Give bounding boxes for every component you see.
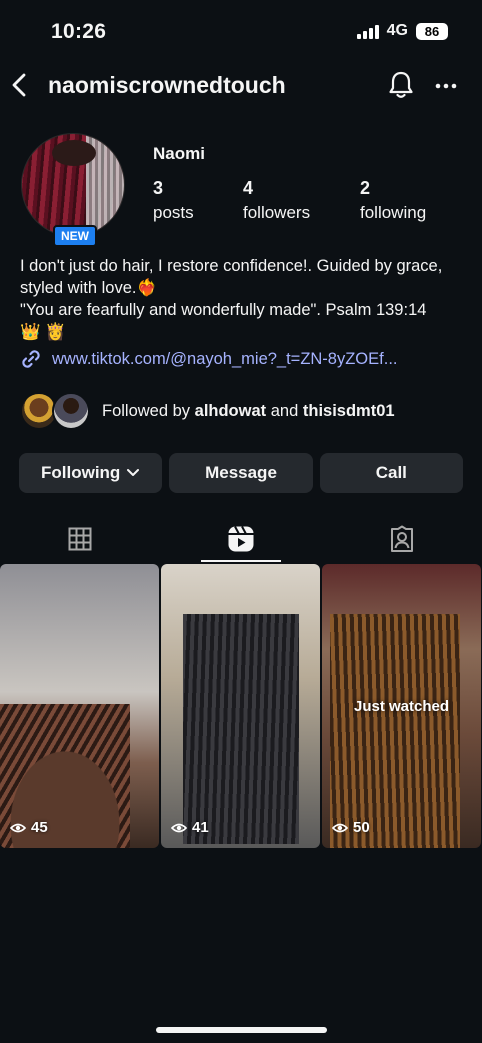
tagged-icon bbox=[391, 525, 413, 552]
bio-link[interactable]: www.tiktok.com/@nayoh_mie?_t=ZN-8yZOEf..… bbox=[20, 348, 398, 370]
active-tab-indicator bbox=[201, 560, 281, 562]
followers-label: followers bbox=[243, 203, 311, 222]
mutual-avatar-2 bbox=[52, 392, 90, 430]
followers-count: 4 bbox=[243, 178, 254, 198]
following-label: following bbox=[360, 203, 427, 222]
reel-thumbnail-1[interactable]: 45 bbox=[0, 564, 159, 848]
posts-label: posts bbox=[153, 203, 194, 222]
reel-thumbnail-3[interactable]: Just watched 50 bbox=[322, 564, 481, 848]
eye-icon bbox=[332, 823, 348, 832]
reel-views-2: 41 bbox=[171, 819, 209, 836]
tab-posts-grid[interactable] bbox=[0, 515, 160, 563]
reel-views-1: 45 bbox=[10, 819, 48, 836]
fire-heart-emoji: ❤️‍🔥 bbox=[136, 279, 158, 297]
reel-thumbnail-2[interactable]: 41 bbox=[161, 564, 320, 848]
eye-icon bbox=[171, 823, 187, 832]
profile-bio: I don't just do hair, I restore confiden… bbox=[20, 255, 470, 343]
reels-icon bbox=[228, 526, 254, 552]
following-stat[interactable]: 2 following bbox=[360, 178, 426, 223]
crown-princess-emoji: 👑 👸 bbox=[20, 323, 66, 341]
posts-count: 3 bbox=[153, 178, 164, 198]
chevron-down-icon bbox=[127, 469, 140, 476]
mutual-user-1: alhdowat bbox=[194, 401, 267, 420]
profile-avatar[interactable]: NEW bbox=[21, 133, 127, 247]
followed-by-text: Followed by alhdowat and thisisdmt01 bbox=[102, 401, 395, 420]
profile-actions: Following Message Call bbox=[19, 453, 463, 493]
link-icon bbox=[22, 350, 40, 368]
message-button[interactable]: Message bbox=[169, 453, 313, 493]
home-indicator[interactable] bbox=[156, 1027, 327, 1033]
bio-line-1: I don't just do hair, I restore confiden… bbox=[20, 257, 443, 297]
profile-header: naomiscrownedtouch bbox=[0, 62, 482, 110]
mutual-followers[interactable]: Followed by alhdowat and thisisdmt01 bbox=[20, 392, 395, 430]
call-button[interactable]: Call bbox=[319, 453, 463, 493]
status-indicators: 4G 86 bbox=[356, 22, 448, 40]
eye-icon bbox=[10, 823, 26, 832]
status-time: 10:26 bbox=[51, 20, 107, 43]
back-arrow-icon[interactable] bbox=[9, 72, 31, 98]
new-badge: NEW bbox=[53, 225, 97, 247]
call-button-label: Call bbox=[375, 463, 407, 482]
tab-tagged[interactable] bbox=[322, 515, 482, 563]
network-type: 4G bbox=[386, 22, 408, 39]
posts-stat[interactable]: 3 posts bbox=[153, 178, 194, 223]
display-name: Naomi bbox=[153, 144, 205, 163]
reels-grid: 45 41 Just watched 50 bbox=[0, 564, 482, 848]
battery-level: 86 bbox=[416, 22, 448, 40]
message-button-label: Message bbox=[205, 463, 277, 482]
following-count: 2 bbox=[360, 178, 371, 198]
following-button-label: Following bbox=[41, 463, 121, 482]
just-watched-label: Just watched bbox=[353, 698, 450, 715]
mutual-user-2: thisisdmt01 bbox=[302, 401, 395, 420]
more-options-icon[interactable] bbox=[434, 74, 458, 98]
bio-link-text[interactable]: www.tiktok.com/@nayoh_mie?_t=ZN-8yZOEf..… bbox=[52, 350, 398, 369]
profile-username: naomiscrownedtouch bbox=[48, 72, 286, 98]
bio-line-2: "You are fearfully and wonderfully made"… bbox=[20, 301, 427, 319]
content-tabs bbox=[0, 515, 482, 563]
reel-views-3: 50 bbox=[332, 819, 370, 836]
following-button[interactable]: Following bbox=[19, 453, 163, 493]
avatar-image bbox=[21, 133, 125, 237]
notification-bell-icon[interactable] bbox=[387, 70, 415, 100]
followers-stat[interactable]: 4 followers bbox=[243, 178, 310, 223]
signal-icon bbox=[356, 24, 379, 39]
grid-icon bbox=[68, 527, 92, 551]
tab-reels[interactable] bbox=[161, 515, 321, 563]
status-bar: 10:26 4G 86 bbox=[0, 0, 482, 62]
